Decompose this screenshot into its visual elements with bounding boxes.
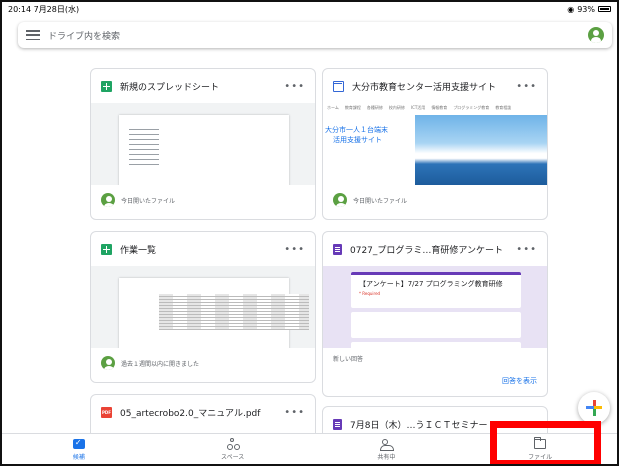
- card-footer: 新しい回答 回答を表示: [323, 348, 547, 394]
- card-title: 0727_プログラミ…育研修アンケート: [350, 245, 504, 256]
- site-heading-line: 活用支援サイト: [333, 136, 382, 144]
- file-card[interactable]: 大分市教育センター活用支援サイト ••• ホーム 教育課程 各種研修 校内研修 …: [322, 68, 548, 220]
- more-options-icon[interactable]: •••: [516, 419, 537, 430]
- file-card[interactable]: 新規のスプレッドシート ••• 今日開いたファイル: [90, 68, 316, 220]
- sheets-icon: [101, 80, 112, 92]
- sky-banner-image: [415, 115, 547, 185]
- nav-label: スペース: [220, 454, 245, 461]
- card-header: 作業一覧 •••: [91, 232, 315, 266]
- shared-icon: [380, 439, 395, 451]
- nav-label: 共有中: [377, 454, 396, 461]
- sites-icon: [333, 80, 344, 92]
- status-time: 20:14 7月28日(水): [8, 4, 80, 14]
- nav-suggested[interactable]: 候補: [2, 434, 156, 464]
- form-question-preview: [351, 312, 521, 338]
- spaces-icon: [226, 438, 240, 450]
- card-footer: 過去１週間以内に開きました: [91, 348, 315, 378]
- status-right: ◉ 93%: [567, 5, 611, 14]
- forms-icon: [333, 418, 342, 430]
- nav-label: 候補: [72, 454, 85, 461]
- site-heading: 大分市一人１台端末 活用支援サイト: [325, 125, 388, 145]
- more-options-icon[interactable]: •••: [284, 244, 305, 255]
- site-heading-line: 大分市一人１台端末: [325, 126, 388, 134]
- new-item-fab-button[interactable]: [578, 392, 610, 424]
- file-thumbnail: 【アンケート】7/27 プログラミング教育研修 * Required: [323, 266, 547, 348]
- form-title-preview: 【アンケート】7/27 プログラミング教育研修 * Required: [351, 272, 521, 308]
- site-nav-item: 各種研修: [366, 105, 383, 110]
- card-footer-text: 新しい回答: [333, 356, 364, 363]
- more-options-icon[interactable]: •••: [516, 244, 537, 255]
- card-footer-text: 過去１週間以内に開きました: [121, 360, 200, 368]
- sheets-icon: [101, 243, 112, 255]
- card-footer-text: 今日開いたファイル: [121, 197, 176, 205]
- card-header: 0727_プログラミ…育研修アンケート •••: [323, 232, 547, 266]
- status-bar: 20:14 7月28日(水) ◉ 93%: [2, 2, 617, 16]
- site-nav-preview: ホーム 教育課程 各種研修 校内研修 ICT活用 情報教育 プログラミング教育 …: [323, 105, 547, 113]
- site-nav-item: 教育相談: [495, 105, 512, 110]
- owner-avatar: [101, 356, 115, 370]
- site-nav-item: ホーム: [327, 105, 339, 110]
- file-thumbnail: [91, 266, 315, 348]
- file-card[interactable]: 作業一覧 ••• 過去１週間以内に開きました: [90, 231, 316, 383]
- app-window: 20:14 7月28日(水) ◉ 93% ドライブ内を検索 新規のスプレッドシー…: [0, 0, 619, 466]
- card-title: 7月8日（木）…うＩＣＴセミナー: [350, 420, 488, 431]
- card-footer: 今日開いたファイル: [91, 185, 315, 215]
- document-preview: [119, 115, 289, 185]
- battery-percent: 93%: [577, 4, 595, 14]
- card-title: 作業一覧: [120, 245, 157, 256]
- view-responses-link[interactable]: 回答を表示: [502, 376, 537, 386]
- file-thumbnail: [91, 103, 315, 185]
- owner-avatar: [333, 193, 347, 207]
- form-required-label: * Required: [359, 291, 381, 296]
- account-avatar[interactable]: [588, 27, 604, 43]
- bottom-navigation: 候補 スペース 共有中 ファイル: [2, 433, 617, 464]
- site-nav-item: 情報教育: [431, 105, 448, 110]
- card-title: 大分市教育センター活用支援サイト: [352, 82, 497, 93]
- folder-icon: [534, 437, 547, 449]
- card-header: 大分市教育センター活用支援サイト •••: [323, 69, 547, 103]
- site-nav-item: 教育課程: [344, 105, 361, 110]
- site-nav-item: ICT活用: [410, 105, 426, 110]
- hamburger-menu-icon[interactable]: [26, 30, 40, 40]
- nav-files[interactable]: ファイル: [463, 434, 617, 464]
- wifi-icon: ◉: [567, 4, 575, 14]
- owner-avatar: [101, 193, 115, 207]
- more-options-icon[interactable]: •••: [516, 81, 537, 92]
- site-nav-item: 校内研修: [388, 105, 405, 110]
- card-title: 新規のスプレッドシート: [120, 82, 220, 93]
- card-footer-text: 今日開いたファイル: [353, 197, 408, 205]
- file-thumbnail: ホーム 教育課程 各種研修 校内研修 ICT活用 情報教育 プログラミング教育 …: [323, 103, 547, 185]
- form-title-text: 【アンケート】7/27 プログラミング教育研修: [359, 280, 503, 288]
- more-options-icon[interactable]: •••: [284, 81, 305, 92]
- forms-icon: [333, 243, 342, 255]
- search-bar[interactable]: ドライブ内を検索: [18, 22, 612, 48]
- file-card[interactable]: 0727_プログラミ…育研修アンケート ••• 【アンケート】7/27 プログラ…: [322, 231, 548, 397]
- pdf-icon: PDF: [101, 406, 112, 418]
- nav-spaces[interactable]: スペース: [156, 434, 310, 464]
- card-header: 新規のスプレッドシート •••: [91, 69, 315, 103]
- plus-icon-bar: [586, 406, 602, 409]
- battery-icon: [598, 6, 611, 12]
- spreadsheet-preview: [119, 278, 309, 348]
- card-header: PDF 05_artecrobo2.0_マニュアル.pdf •••: [91, 395, 315, 429]
- nav-label: ファイル: [528, 454, 553, 461]
- home-suggested-icon: [72, 438, 85, 449]
- card-title: 05_artecrobo2.0_マニュアル.pdf: [120, 408, 261, 419]
- search-input[interactable]: ドライブ内を検索: [48, 29, 588, 42]
- nav-shared[interactable]: 共有中: [310, 434, 464, 464]
- card-footer: 今日開いたファイル: [323, 185, 547, 215]
- site-nav-item: プログラミング教育: [453, 105, 490, 110]
- more-options-icon[interactable]: •••: [284, 407, 305, 418]
